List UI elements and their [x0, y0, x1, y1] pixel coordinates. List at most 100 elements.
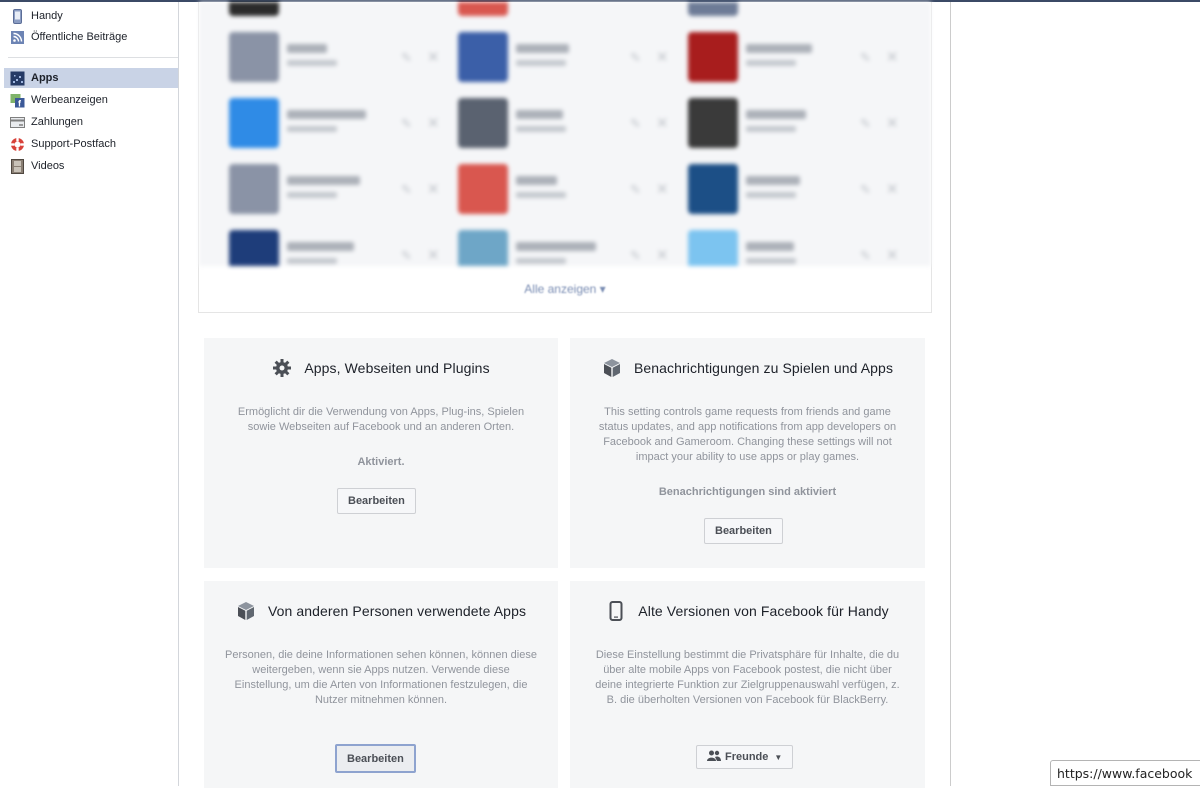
app-visibility-blurred — [287, 258, 337, 264]
card-game-app-notifications: Benachrichtigungen zu Spielen und Apps T… — [570, 338, 925, 568]
app-name-blurred — [516, 176, 557, 185]
close-icon[interactable]: ✕ — [886, 180, 899, 198]
app-item[interactable] — [688, 2, 916, 22]
app-item[interactable]: ✎ ✕ — [229, 164, 457, 220]
close-icon[interactable]: ✕ — [886, 246, 899, 264]
app-name-blurred — [746, 44, 812, 53]
app-icon — [688, 32, 738, 82]
active-apps-section: ✎ ✕ ✎ ✕ ✎ ✕ ✎ ✕ ✎ ✕ ✎ ✕ ✎ ✕ ✎ ✕ ✎ ✕ ✎ ✕ ✎ ✕ ✎ ✕ Alle anzeigen ▾ — [198, 2, 932, 313]
close-icon[interactable]: ✕ — [656, 114, 669, 132]
app-name-blurred — [516, 242, 596, 251]
edit-button[interactable]: Bearbeiten — [337, 488, 416, 514]
app-icon — [458, 164, 508, 214]
app-icon — [229, 2, 279, 16]
app-name-blurred — [287, 242, 354, 251]
app-icon — [458, 2, 508, 16]
app-icon — [688, 98, 738, 148]
credit-card-icon — [10, 115, 25, 130]
sidebar-item-public-posts[interactable]: Öffentliche Beiträge — [4, 27, 178, 47]
card-description: This setting controls game requests from… — [598, 406, 897, 463]
card-status: Benachrichtigungen sind aktiviert — [658, 486, 837, 498]
sidebar-item-label: Zahlungen — [31, 116, 83, 128]
app-visibility-blurred — [746, 126, 796, 132]
sidebar-item-label: Werbeanzeigen — [31, 94, 108, 106]
close-icon[interactable]: ✕ — [656, 246, 669, 264]
pencil-icon[interactable]: ✎ — [401, 116, 412, 132]
app-visibility-blurred — [746, 60, 796, 66]
app-visibility-blurred — [287, 126, 337, 132]
app-item[interactable]: ✎ ✕ — [458, 164, 686, 220]
app-visibility-blurred — [516, 60, 566, 66]
card-old-mobile-versions: Alte Versionen von Facebook für Handy Di… — [570, 581, 925, 788]
pencil-icon[interactable]: ✎ — [401, 182, 412, 198]
app-item[interactable]: ✎ ✕ — [458, 98, 686, 154]
pencil-icon[interactable]: ✎ — [630, 50, 641, 66]
edit-button[interactable]: Bearbeiten — [704, 518, 783, 544]
app-visibility-blurred — [516, 192, 566, 198]
app-icon — [229, 98, 279, 148]
app-icon — [229, 164, 279, 214]
sidebar-item-videos[interactable]: Videos — [4, 156, 178, 176]
close-icon[interactable]: ✕ — [427, 180, 440, 198]
pencil-icon[interactable]: ✎ — [401, 50, 412, 66]
sidebar-item-label: Apps — [31, 72, 59, 84]
sidebar-item-label: Handy — [31, 10, 63, 22]
app-item[interactable] — [229, 2, 457, 22]
app-visibility-blurred — [516, 126, 566, 132]
edit-button[interactable]: Bearbeiten — [335, 744, 416, 773]
app-name-blurred — [516, 44, 569, 53]
close-icon[interactable]: ✕ — [656, 180, 669, 198]
pencil-icon[interactable]: ✎ — [630, 248, 641, 264]
sidebar-item-support-inbox[interactable]: Support-Postfach — [4, 134, 178, 154]
pencil-icon[interactable]: ✎ — [630, 116, 641, 132]
app-item[interactable]: ✎ ✕ — [688, 98, 916, 154]
mobile-phone-icon — [10, 8, 25, 24]
close-icon[interactable]: ✕ — [886, 48, 899, 66]
sidebar-item-label: Videos — [31, 160, 65, 172]
app-item[interactable] — [458, 2, 686, 22]
app-item[interactable]: ✎ ✕ — [458, 230, 686, 266]
sidebar-divider — [8, 57, 178, 58]
app-item[interactable]: ✎ ✕ — [229, 98, 457, 154]
app-visibility-blurred — [287, 60, 337, 66]
app-name-blurred — [287, 110, 366, 119]
close-icon[interactable]: ✕ — [427, 114, 440, 132]
pencil-icon[interactable]: ✎ — [401, 248, 412, 264]
sidebar-item-handy[interactable]: Handy — [4, 6, 178, 26]
app-item[interactable]: ✎ ✕ — [229, 230, 457, 266]
sidebar-item-apps[interactable]: Apps — [4, 68, 178, 88]
apps-icon — [10, 71, 25, 86]
sidebar-item-payments[interactable]: Zahlungen — [4, 112, 178, 132]
card-title-text: Apps, Webseiten und Plugins — [304, 360, 490, 376]
sidebar-item-ads[interactable]: f Werbeanzeigen — [4, 90, 178, 110]
app-visibility-blurred — [746, 258, 796, 264]
app-item[interactable]: ✎ ✕ — [229, 32, 457, 88]
app-icon — [688, 230, 738, 266]
card-title-text: Von anderen Personen verwendete Apps — [267, 603, 527, 619]
app-item[interactable]: ✎ ✕ — [688, 32, 916, 88]
app-item[interactable]: ✎ ✕ — [688, 164, 916, 220]
pencil-icon[interactable]: ✎ — [860, 182, 871, 198]
settings-sidebar: Handy Öffentliche Beiträge Apps f Werbea… — [0, 2, 179, 786]
close-icon[interactable]: ✕ — [886, 114, 899, 132]
close-icon[interactable]: ✕ — [427, 246, 440, 264]
pencil-icon[interactable]: ✎ — [860, 248, 871, 264]
pencil-icon[interactable]: ✎ — [860, 116, 871, 132]
card-description: Diese Einstellung bestimmt die Privatsph… — [595, 649, 900, 706]
audience-selector[interactable]: Freunde ▼ — [696, 745, 794, 769]
app-item[interactable]: ✎ ✕ — [458, 32, 686, 88]
card-apps-others-use: Von anderen Personen verwendete Apps Per… — [204, 581, 558, 788]
main-content: ✎ ✕ ✎ ✕ ✎ ✕ ✎ ✕ ✎ ✕ ✎ ✕ ✎ ✕ ✎ ✕ ✎ ✕ ✎ ✕ ✎ ✕ ✎ ✕ Alle anzeigen ▾… — [179, 2, 951, 788]
app-item[interactable]: ✎ ✕ — [688, 230, 916, 266]
pencil-icon[interactable]: ✎ — [860, 50, 871, 66]
app-name-blurred — [287, 176, 360, 185]
show-all-link[interactable]: Alle anzeigen ▾ — [199, 266, 931, 312]
app-name-blurred — [287, 44, 327, 53]
pencil-icon[interactable]: ✎ — [630, 182, 641, 198]
close-icon[interactable]: ✕ — [656, 48, 669, 66]
card-title: Alte Versionen von Facebook für Handy — [570, 601, 925, 621]
film-icon — [10, 158, 25, 174]
cube-icon — [602, 358, 622, 378]
close-icon[interactable]: ✕ — [427, 48, 440, 66]
card-title: Apps, Webseiten und Plugins — [204, 358, 558, 378]
